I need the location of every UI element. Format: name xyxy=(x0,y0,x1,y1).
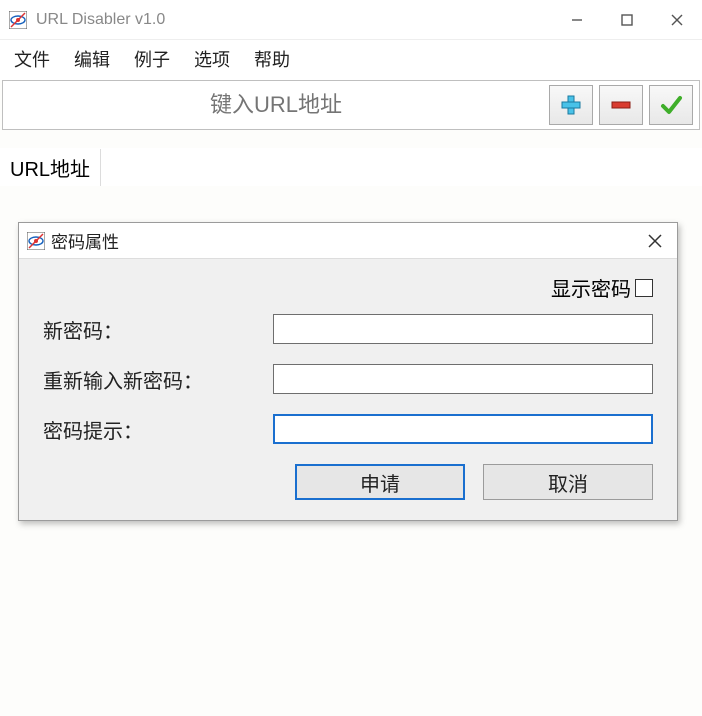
url-list-header-rest xyxy=(101,149,702,186)
close-button[interactable] xyxy=(652,0,702,40)
menu-examples[interactable]: 例子 xyxy=(128,44,176,74)
check-icon xyxy=(659,93,683,117)
menu-bar: 文件 编辑 例子 选项 帮助 xyxy=(0,40,702,80)
password-hint-row: 密码提示： xyxy=(43,414,653,444)
add-button[interactable] xyxy=(549,85,593,125)
menu-help[interactable]: 帮助 xyxy=(248,44,296,74)
show-password-row: 显示密码 xyxy=(43,273,653,302)
password-dialog: 密码属性 显示密码 新密码： 重新输入新密码： 密码提示： 申请 取消 xyxy=(18,222,678,521)
new-password-row: 新密码： xyxy=(43,314,653,344)
cancel-button[interactable]: 取消 xyxy=(483,464,653,500)
plus-icon xyxy=(559,93,583,117)
menu-options[interactable]: 选项 xyxy=(188,44,236,74)
minimize-button[interactable] xyxy=(552,0,602,40)
dialog-app-icon xyxy=(27,232,45,250)
minus-icon xyxy=(609,93,633,117)
menu-edit[interactable]: 编辑 xyxy=(68,44,116,74)
window-title: URL Disabler v1.0 xyxy=(36,11,165,29)
url-toolbar xyxy=(2,80,700,130)
apply-button[interactable]: 申请 xyxy=(295,464,465,500)
confirm-button[interactable] xyxy=(649,85,693,125)
url-input[interactable] xyxy=(9,85,543,125)
main-titlebar: URL Disabler v1.0 xyxy=(0,0,702,40)
reenter-password-input[interactable] xyxy=(273,364,653,394)
password-hint-label: 密码提示： xyxy=(43,415,273,444)
url-list-column-label: URL地址 xyxy=(10,159,90,181)
show-password-checkbox[interactable] xyxy=(635,279,653,297)
url-list-header-row: URL地址 xyxy=(0,148,702,186)
dialog-close-button[interactable] xyxy=(633,223,677,259)
reenter-password-label: 重新输入新密码： xyxy=(43,365,273,394)
url-list-column-header[interactable]: URL地址 xyxy=(0,149,101,186)
remove-button[interactable] xyxy=(599,85,643,125)
dialog-title: 密码属性 xyxy=(51,228,119,253)
new-password-input[interactable] xyxy=(273,314,653,344)
dialog-body: 显示密码 新密码： 重新输入新密码： 密码提示： 申请 取消 xyxy=(19,259,677,520)
new-password-label: 新密码： xyxy=(43,315,273,344)
menu-file[interactable]: 文件 xyxy=(8,44,56,74)
show-password-label: 显示密码 xyxy=(551,273,631,302)
reenter-password-row: 重新输入新密码： xyxy=(43,364,653,394)
dialog-titlebar: 密码属性 xyxy=(19,223,677,259)
app-icon xyxy=(8,10,28,30)
password-hint-input[interactable] xyxy=(273,414,653,444)
dialog-button-row: 申请 取消 xyxy=(43,464,653,500)
maximize-button[interactable] xyxy=(602,0,652,40)
